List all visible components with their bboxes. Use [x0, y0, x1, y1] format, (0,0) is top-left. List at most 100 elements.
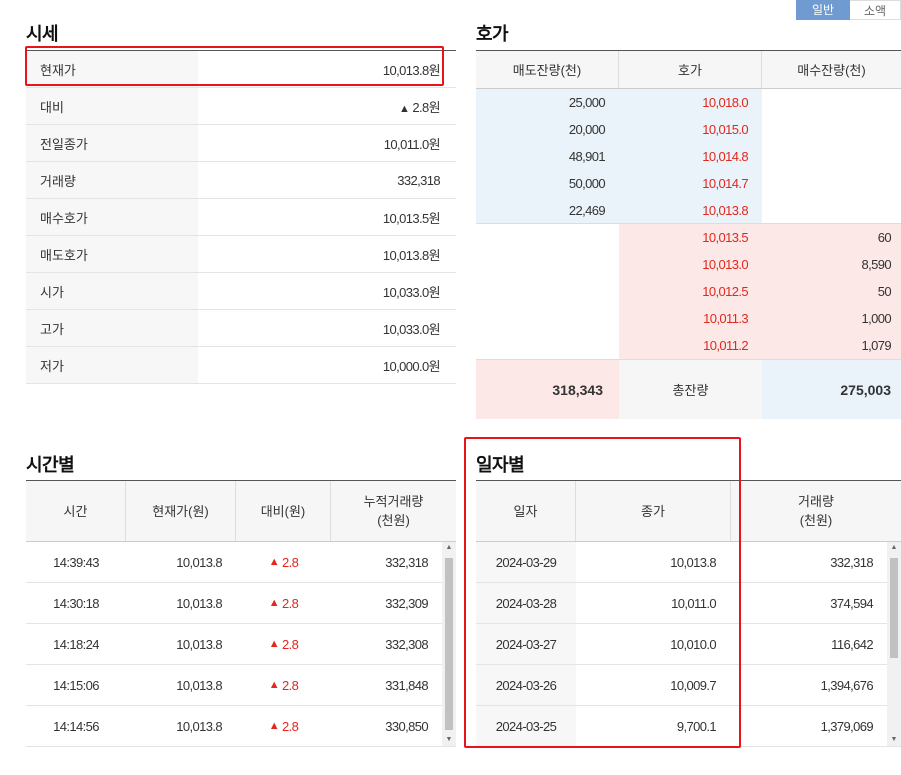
scrollbar-thumb[interactable] — [890, 558, 898, 658]
header-cum-volume: 누적거래량 (천원) — [363, 494, 424, 528]
empty-cell — [762, 170, 901, 197]
scroll-down-arrow-icon[interactable]: ▼ — [442, 734, 456, 746]
daily-table-scrollbar[interactable]: ▲ ▼ — [887, 542, 901, 746]
tab-general[interactable]: 일반 — [796, 0, 850, 20]
volume-cell: 116,642 — [831, 636, 873, 652]
quote-row-bid: 매수호가 10,013.5원 — [26, 199, 456, 236]
orderbook-title: 호가 — [476, 24, 509, 44]
change-cell: ▲ 2.8 — [236, 665, 331, 705]
quote-title: 시세 — [26, 24, 59, 44]
volume-cell: 1,394,676 — [820, 677, 874, 693]
volume-cell: 332,318 — [830, 554, 873, 570]
bid-section: 10,013.5 60 10,013.0 8,590 10,012.5 50 1… — [476, 224, 901, 359]
table-row: 14:39:43 10,013.8 ▲ 2.8 332,318 — [26, 542, 456, 583]
up-arrow-icon: ▲ — [268, 720, 280, 732]
price-cell: 10,013.8 — [176, 677, 222, 693]
orderbook-header: 매도잔량(천) 호가 매수잔량(천) — [476, 51, 901, 89]
change-value: 2.8원 — [412, 99, 440, 115]
bid-price: 10,011.3 — [619, 305, 762, 332]
volume-cell: 332,308 — [385, 636, 428, 652]
scroll-down-arrow-icon[interactable]: ▼ — [887, 734, 901, 746]
empty-cell — [762, 197, 901, 223]
volume-cell: 374,594 — [830, 595, 873, 611]
quote-label: 매수호가 — [26, 199, 198, 235]
bid-qty: 60 — [762, 224, 901, 251]
bid-price: 10,012.5 — [619, 278, 762, 305]
quote-value: 10,013.5원 — [382, 210, 441, 226]
scroll-up-arrow-icon[interactable]: ▲ — [887, 542, 901, 554]
bid-row: 10,013.5 60 — [476, 224, 901, 251]
change-value: 2.8 — [282, 554, 299, 570]
quote-row-change: 대비 ▲ 2.8원 — [26, 88, 456, 125]
header-ask-qty: 매도잔량(천) — [476, 51, 619, 88]
price-cell: 10,013.8 — [176, 718, 222, 734]
bid-qty: 1,000 — [762, 305, 901, 332]
empty-cell — [476, 224, 619, 251]
ask-qty: 50,000 — [476, 170, 619, 197]
time-table-scrollbar[interactable]: ▲ ▼ — [442, 542, 456, 746]
ask-price: 10,014.7 — [619, 170, 762, 197]
bid-row: 10,012.5 50 — [476, 278, 901, 305]
time-table-header: 시간 현재가(원) 대비(원) 누적거래량 (천원) — [26, 481, 456, 542]
total-label: 총잔량 — [619, 360, 762, 419]
empty-cell — [476, 278, 619, 305]
ask-price: 10,013.8 — [619, 197, 762, 223]
ask-row: 50,000 10,014.7 — [476, 170, 901, 197]
time-cell: 14:18:24 — [53, 636, 99, 652]
ask-qty: 22,469 — [476, 197, 619, 223]
bid-qty: 8,590 — [762, 251, 901, 278]
quote-value: ▲ 2.8원 — [198, 97, 456, 116]
volume-cell: 332,309 — [385, 595, 428, 611]
quote-label: 시가 — [26, 273, 198, 309]
orderbook-table: 매도잔량(천) 호가 매수잔량(천) 25,000 10,018.0 20,00… — [476, 50, 901, 419]
quote-row-high: 고가 10,033.0원 — [26, 310, 456, 347]
scroll-up-arrow-icon[interactable]: ▲ — [442, 542, 456, 554]
change-cell: ▲ 2.8 — [236, 542, 331, 582]
quote-value: 10,000.0원 — [382, 358, 441, 374]
bid-row: 10,011.2 1,079 — [476, 332, 901, 359]
table-row: 14:18:24 10,013.8 ▲ 2.8 332,308 — [26, 624, 456, 665]
scrollbar-thumb[interactable] — [445, 558, 453, 730]
change-value: 2.8 — [282, 677, 299, 693]
ask-qty: 25,000 — [476, 89, 619, 116]
ask-price: 10,015.0 — [619, 116, 762, 143]
time-cell: 14:14:56 — [53, 718, 99, 734]
quote-label: 저가 — [26, 347, 198, 383]
volume-cell: 331,848 — [385, 677, 428, 693]
header-change: 대비(원) — [236, 481, 331, 541]
orderbook-totals: 318,343 총잔량 275,003 — [476, 359, 901, 419]
ask-row: 48,901 10,014.8 — [476, 143, 901, 170]
up-arrow-icon: ▲ — [268, 638, 280, 650]
ask-price: 10,014.8 — [619, 143, 762, 170]
empty-cell — [476, 305, 619, 332]
header-time: 시간 — [26, 481, 126, 541]
quote-value: 332,318 — [397, 172, 440, 188]
price-cell: 10,013.8 — [176, 554, 222, 570]
bid-price: 10,011.2 — [619, 332, 762, 359]
quote-table: 현재가 10,013.8원 대비 ▲ 2.8원 전일종가 10,011.0원 거… — [26, 50, 456, 384]
change-cell: ▲ 2.8 — [236, 583, 331, 623]
daily-highlight-box — [464, 437, 741, 748]
quote-label: 매도호가 — [26, 236, 198, 272]
bid-price: 10,013.5 — [619, 224, 762, 251]
bid-qty: 50 — [762, 278, 901, 305]
tab-small-amount[interactable]: 소액 — [850, 0, 901, 20]
header-volume: 거래량 (천원) — [798, 494, 834, 528]
ask-section: 25,000 10,018.0 20,000 10,015.0 48,901 1… — [476, 89, 901, 224]
volume-cell: 332,318 — [385, 554, 428, 570]
quote-label: 전일종가 — [26, 125, 198, 161]
time-cell: 14:30:18 — [53, 595, 99, 611]
quote-row-ask: 매도호가 10,013.8원 — [26, 236, 456, 273]
up-arrow-icon: ▲ — [268, 597, 280, 609]
quote-row-low: 저가 10,000.0원 — [26, 347, 456, 384]
header-price: 호가 — [619, 51, 762, 88]
empty-cell — [476, 251, 619, 278]
up-arrow-icon: ▲ — [399, 102, 410, 115]
bid-row: 10,013.0 8,590 — [476, 251, 901, 278]
time-title: 시간별 — [26, 455, 75, 475]
table-row: 14:30:18 10,013.8 ▲ 2.8 332,309 — [26, 583, 456, 624]
volume-cell: 1,379,069 — [820, 718, 874, 734]
total-ask: 318,343 — [476, 360, 619, 419]
price-cell: 10,013.8 — [176, 636, 222, 652]
time-table: 시간 현재가(원) 대비(원) 누적거래량 (천원) 14:39:43 10,0… — [26, 480, 456, 747]
